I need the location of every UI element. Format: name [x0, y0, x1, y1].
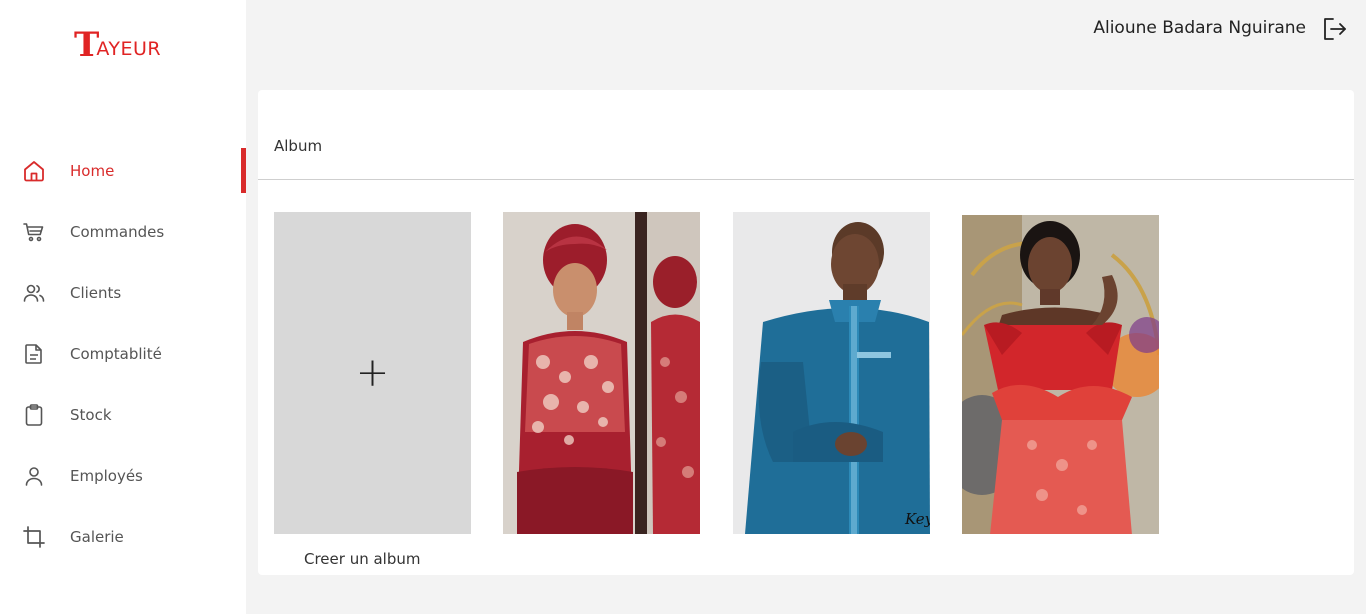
- sidebar: T AYEUR Home Commandes Clients Comptabli…: [0, 0, 246, 614]
- album-card: Album + Creer un album Ke: [258, 90, 1354, 575]
- sidebar-item-label: Commandes: [70, 222, 165, 241]
- logout-icon[interactable]: [1320, 15, 1348, 43]
- sidebar-item-label: Employés: [70, 466, 143, 485]
- sidebar-item-home[interactable]: Home: [0, 140, 246, 201]
- sidebar-item-stock[interactable]: Stock: [0, 384, 246, 445]
- clipboard-icon: [22, 403, 46, 427]
- album-title: Album: [274, 137, 323, 155]
- album-photo-blue-kaftan: Keyfa: [733, 212, 930, 534]
- album-photo-red-lace: [503, 212, 700, 534]
- sidebar-nav: Home Commandes Clients Comptablité Stock: [0, 140, 246, 567]
- album-photo[interactable]: Keyfa: [733, 212, 930, 534]
- album-photo[interactable]: [503, 212, 700, 534]
- sidebar-item-label: Comptablité: [70, 344, 162, 363]
- sidebar-item-label: Galerie: [70, 527, 124, 546]
- create-album-tile[interactable]: +: [274, 212, 471, 534]
- brand-logo[interactable]: T AYEUR: [74, 22, 161, 62]
- sidebar-item-label: Clients: [70, 283, 122, 302]
- album-photo-red-dress: [962, 215, 1159, 534]
- plus-icon: +: [355, 350, 390, 396]
- album-photo[interactable]: [962, 214, 1159, 534]
- sidebar-item-label: Stock: [70, 405, 112, 424]
- document-icon: [22, 342, 46, 366]
- sidebar-item-label: Home: [70, 161, 115, 180]
- sidebar-item-comptablite[interactable]: Comptablité: [0, 323, 246, 384]
- sidebar-item-commandes[interactable]: Commandes: [0, 201, 246, 262]
- user-name[interactable]: Alioune Badara Nguirane: [1093, 18, 1306, 38]
- crop-icon: [22, 525, 46, 549]
- logo-text: AYEUR: [96, 38, 162, 60]
- cart-icon: [22, 220, 46, 244]
- sidebar-item-galerie[interactable]: Galerie: [0, 506, 246, 567]
- user-icon: [22, 464, 46, 488]
- divider: [258, 179, 1354, 180]
- sidebar-item-clients[interactable]: Clients: [0, 262, 246, 323]
- logo-initial: T: [74, 25, 99, 65]
- svg-text:Keyfa: Keyfa: [904, 510, 930, 528]
- create-album-label[interactable]: Creer un album: [304, 550, 420, 568]
- users-icon: [22, 281, 46, 305]
- sidebar-item-employes[interactable]: Employés: [0, 445, 246, 506]
- home-icon: [22, 159, 46, 183]
